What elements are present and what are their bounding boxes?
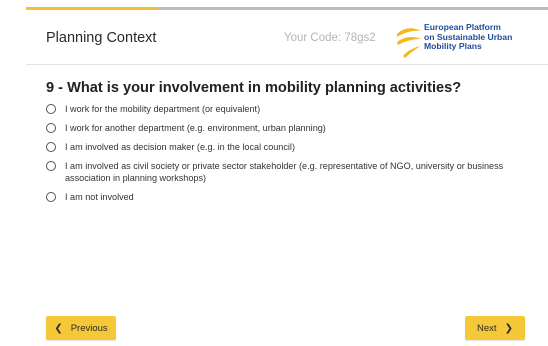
option-label: I am involved as civil society or privat… — [65, 161, 504, 183]
radio-button[interactable] — [46, 191, 56, 202]
previous-button[interactable]: ❮ Previous — [46, 316, 116, 340]
section-title: Planning Context — [46, 30, 157, 46]
answer-option-mobility-department[interactable]: I work for the mobility department (or e… — [46, 104, 536, 116]
option-label: I am not involved — [65, 191, 134, 202]
chevron-left-icon: ❮ — [54, 322, 63, 334]
radio-button[interactable] — [46, 161, 56, 172]
answer-option-not-involved[interactable]: I am not involved — [46, 191, 536, 204]
option-label: I work for the mobility department (or e… — [65, 104, 261, 114]
eltis-swoosh-icon — [397, 28, 421, 58]
answer-option-decision-maker[interactable]: I am involved as decision maker (e.g. in… — [46, 142, 536, 154]
radio-button[interactable] — [46, 123, 56, 134]
eltis-logo: European Platform on Sustainable Urban M… — [396, 22, 546, 62]
logo-text: European Platform on Sustainable Urban M… — [424, 22, 548, 52]
question-panel: 9 - What is your involvement in mobility… — [46, 80, 536, 211]
next-label: Next — [477, 322, 497, 334]
logo-line: Mobility Plans — [424, 41, 482, 52]
option-label: I work for another department (e.g. envi… — [65, 123, 326, 134]
radio-button[interactable] — [46, 104, 56, 114]
question-title: 9 - What is your involvement in mobility… — [46, 80, 462, 96]
answer-options: I work for the mobility department (or e… — [46, 104, 536, 203]
answer-option-stakeholder[interactable]: I am involved as civil society or privat… — [46, 161, 536, 184]
previous-label: Previous — [70, 322, 108, 334]
answer-option-other-department[interactable]: I work for another department (e.g. envi… — [46, 123, 536, 135]
next-button[interactable]: Next ❯ — [465, 316, 525, 340]
option-label: I am involved as decision maker (e.g. in… — [65, 142, 295, 153]
respondent-code: Your Code: 78gs2 — [284, 32, 376, 44]
radio-button[interactable] — [46, 142, 56, 153]
survey-page: Planning Context Your Code: 78gs2 Europe… — [0, 0, 548, 346]
survey-header: Planning Context Your Code: 78gs2 Europe… — [26, 10, 548, 65]
chevron-right-icon: ❯ — [504, 322, 513, 334]
